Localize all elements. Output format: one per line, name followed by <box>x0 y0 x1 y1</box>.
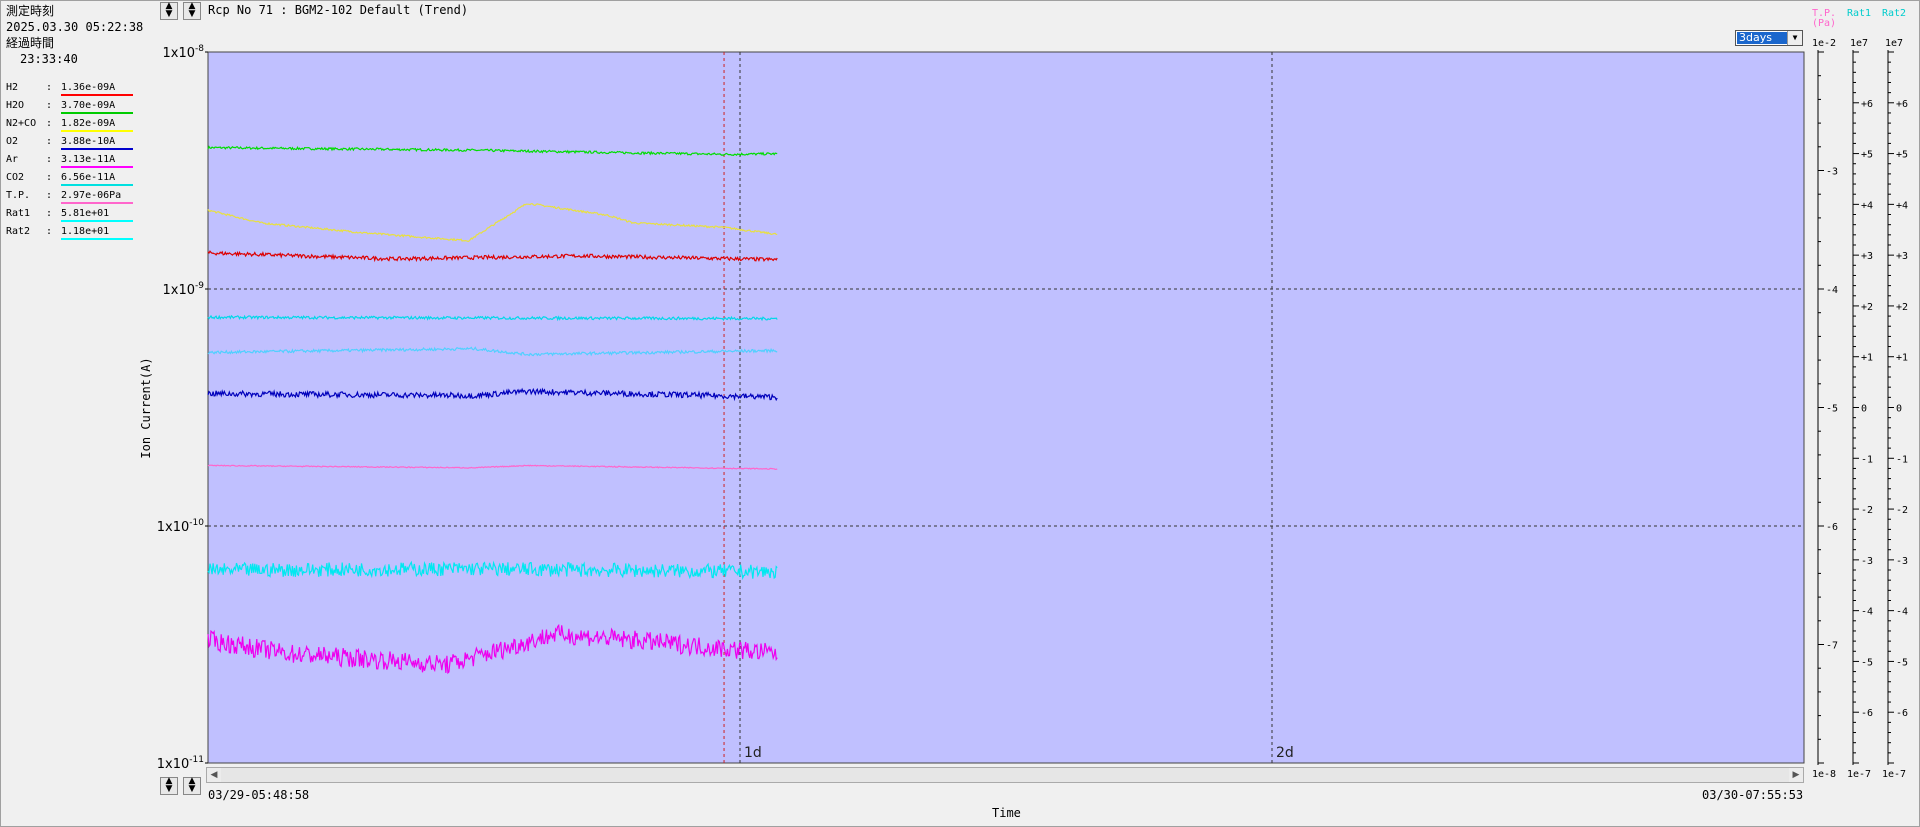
right-axis-header: Rat1 <box>1847 8 1871 19</box>
right-axis-tick-label: +5 <box>1896 150 1908 161</box>
right-axis-tick-label: +6 <box>1861 99 1873 110</box>
spin-button-d[interactable]: ▲ ▼ <box>183 777 201 795</box>
right-axis-tick-label: -1 <box>1861 454 1873 465</box>
y-axis-label: Ion Current(A) <box>139 357 153 458</box>
x-start-label: 03/29-05:48:58 <box>208 788 310 802</box>
right-axis-tick-label: +1 <box>1896 353 1908 364</box>
x-axis-label: Time <box>992 806 1021 820</box>
right-axis-header: Rat2 <box>1882 8 1906 19</box>
right-axis-tick-label: -5 <box>1861 657 1873 668</box>
right-axis-tick-label: -3 <box>1861 556 1873 567</box>
right-axis-tick-label: +5 <box>1861 150 1873 161</box>
right-axis-top-label: 1e7 <box>1885 38 1903 49</box>
right-axis-tick-label: -6 <box>1896 708 1908 719</box>
trend-chart: 1d 2d 1x10-8 1x10-9 1x10-10 1x10-11 Ion Curren… <box>139 8 1908 780</box>
y-tick-label: 1x10-8 <box>163 44 205 61</box>
right-axis-tick-label: +2 <box>1896 302 1908 313</box>
x-end-label: 03/30-07:55:53 <box>1702 788 1804 802</box>
right-axis-tick-label: -4 <box>1896 607 1908 618</box>
right-axis-tick-label: -4 <box>1861 607 1873 618</box>
down-arrow-icon[interactable]: ▼ <box>161 785 177 794</box>
right-axis-header: (Pa) <box>1812 18 1836 29</box>
spin-button-c[interactable]: ▲ ▼ <box>160 777 178 795</box>
right-axis-tick-label: -7 <box>1826 641 1838 652</box>
y-tick-label: 1x10-11 <box>157 755 204 772</box>
right-axis-tick-label: -3 <box>1826 167 1838 178</box>
right-axis-tick-label: +4 <box>1896 200 1908 211</box>
right-axis-bottom-label: 1e-8 <box>1812 769 1836 780</box>
right-axis-tick-label: +3 <box>1861 251 1873 262</box>
right-axis-bottom-label: 1e-7 <box>1882 769 1906 780</box>
right-axis-top-label: 1e-2 <box>1812 38 1836 49</box>
right-axis-tick-label: -6 <box>1826 522 1838 533</box>
right-axis-bottom-label: 1e-7 <box>1847 769 1871 780</box>
right-axis-tick-label: +1 <box>1861 353 1873 364</box>
right-axis-tick-label: -3 <box>1896 556 1908 567</box>
right-axis-tick-label: +3 <box>1896 251 1908 262</box>
y-tick-label: 1x10-10 <box>157 518 204 535</box>
right-axis-tick-label: -2 <box>1861 505 1873 516</box>
right-axis-tick-label: -5 <box>1896 657 1908 668</box>
right-axis-tick-label: +6 <box>1896 99 1908 110</box>
right-axis-tick-label: +4 <box>1861 200 1873 211</box>
right-axis-top-label: 1e7 <box>1850 38 1868 49</box>
scroll-right-icon[interactable]: ▶ <box>1789 768 1803 782</box>
right-axis-tick-label: -6 <box>1861 708 1873 719</box>
right-axis-tick-label: +2 <box>1861 302 1873 313</box>
x-tick-label: 2d <box>1276 745 1294 761</box>
time-scrollbar[interactable]: ◀ ▶ <box>206 767 1804 783</box>
scroll-left-icon[interactable]: ◀ <box>207 768 221 782</box>
right-axis-tick-label: 0 <box>1861 404 1867 415</box>
right-axis-tick-label: -4 <box>1826 285 1838 296</box>
right-axis-tick-label: -5 <box>1826 404 1838 415</box>
y-tick-label: 1x10-9 <box>163 281 205 298</box>
right-axis-tick-label: -1 <box>1896 454 1908 465</box>
down-arrow-icon[interactable]: ▼ <box>184 785 200 794</box>
right-axis-tick-label: -2 <box>1896 505 1908 516</box>
right-axis-tick-label: 0 <box>1896 404 1902 415</box>
x-tick-label: 1d <box>744 745 762 761</box>
